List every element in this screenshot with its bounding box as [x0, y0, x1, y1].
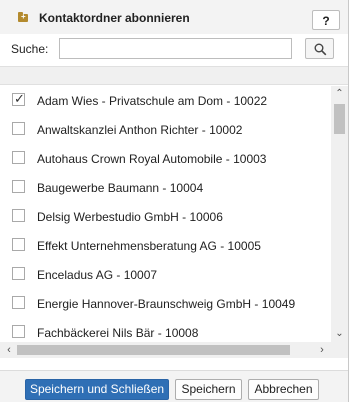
item-label: Anwaltskanzlei Anthon Richter - 10002 [37, 123, 243, 137]
title-bar: + Kontaktordner abonnieren ? [0, 0, 348, 34]
item-label: Adam Wies - Privatschule am Dom - 10022 [37, 94, 268, 108]
list-item[interactable]: Autohaus Crown Royal Automobile - 10003 [0, 144, 330, 173]
list-item[interactable]: Delsig Werbestudio GmbH - 10006 [0, 202, 330, 231]
item-label: Fachbäckerei Nils Bär - 10008 [37, 326, 199, 340]
folder-list: ✓ Adam Wies - Privatschule am Dom - 1002… [0, 86, 348, 342]
list-item[interactable]: Anwaltskanzlei Anthon Richter - 10002 [0, 115, 330, 144]
item-label: Energie Hannover-Braunschweig GmbH - 100… [37, 297, 296, 311]
item-label: Autohaus Crown Royal Automobile - 10003 [37, 152, 267, 166]
checkmark-icon: ✓ [14, 91, 25, 106]
search-icon [314, 43, 327, 56]
item-label: Enceladus AG - 10007 [37, 268, 158, 282]
list-header-bar [0, 66, 348, 85]
search-input[interactable] [59, 38, 292, 59]
dialog-footer: Speichern und Schließen Speichern Abbrec… [0, 370, 348, 402]
vertical-scrollbar[interactable]: ⌃ ⌄ [331, 86, 348, 342]
item-checkbox[interactable] [12, 122, 25, 135]
horizontal-scrollbar[interactable]: ‹ › [0, 342, 331, 358]
item-label: Effekt Unternehmensberatung AG - 10005 [37, 239, 261, 253]
list-item[interactable]: Baugewerbe Baumann - 10004 [0, 173, 330, 202]
item-label: Delsig Werbestudio GmbH - 10006 [37, 210, 223, 224]
scrollbar-corner [331, 342, 348, 358]
vertical-scroll-thumb[interactable] [334, 104, 345, 134]
dialog-title: Kontaktordner abonnieren [39, 11, 190, 25]
subscribe-contact-folder-dialog: + Kontaktordner abonnieren ? Suche: ✓ Ad… [0, 0, 349, 402]
list-item[interactable]: Energie Hannover-Braunschweig GmbH - 100… [0, 289, 330, 318]
search-label: Suche: [11, 42, 49, 56]
cancel-button[interactable]: Abbrechen [248, 379, 319, 400]
scroll-up-icon[interactable]: ⌃ [334, 88, 345, 100]
item-checkbox[interactable]: ✓ [12, 91, 25, 106]
list-item[interactable]: ✓ Adam Wies - Privatschule am Dom - 1002… [0, 86, 330, 115]
help-button[interactable]: ? [312, 10, 340, 30]
item-label: Baugewerbe Baumann - 10004 [37, 181, 204, 195]
item-checkbox[interactable] [12, 238, 25, 251]
item-checkbox[interactable] [12, 267, 25, 280]
item-checkbox[interactable] [12, 325, 25, 338]
search-button[interactable] [305, 38, 334, 59]
item-checkbox[interactable] [12, 151, 25, 164]
scroll-left-icon[interactable]: ‹ [2, 343, 16, 357]
item-checkbox[interactable] [12, 296, 25, 309]
save-and-close-button[interactable]: Speichern und Schließen [25, 379, 169, 400]
folder-add-icon: + [18, 12, 28, 22]
horizontal-scroll-thumb[interactable] [17, 345, 290, 355]
item-checkbox[interactable] [12, 180, 25, 193]
list-item[interactable]: Fachbäckerei Nils Bär - 10008 [0, 318, 330, 342]
list-item[interactable]: Effekt Unternehmensberatung AG - 10005 [0, 231, 330, 260]
save-button[interactable]: Speichern [175, 379, 242, 400]
scroll-right-icon[interactable]: › [315, 343, 329, 357]
scroll-down-icon[interactable]: ⌄ [334, 328, 345, 340]
list-item[interactable]: Enceladus AG - 10007 [0, 260, 330, 289]
item-checkbox[interactable] [12, 209, 25, 222]
